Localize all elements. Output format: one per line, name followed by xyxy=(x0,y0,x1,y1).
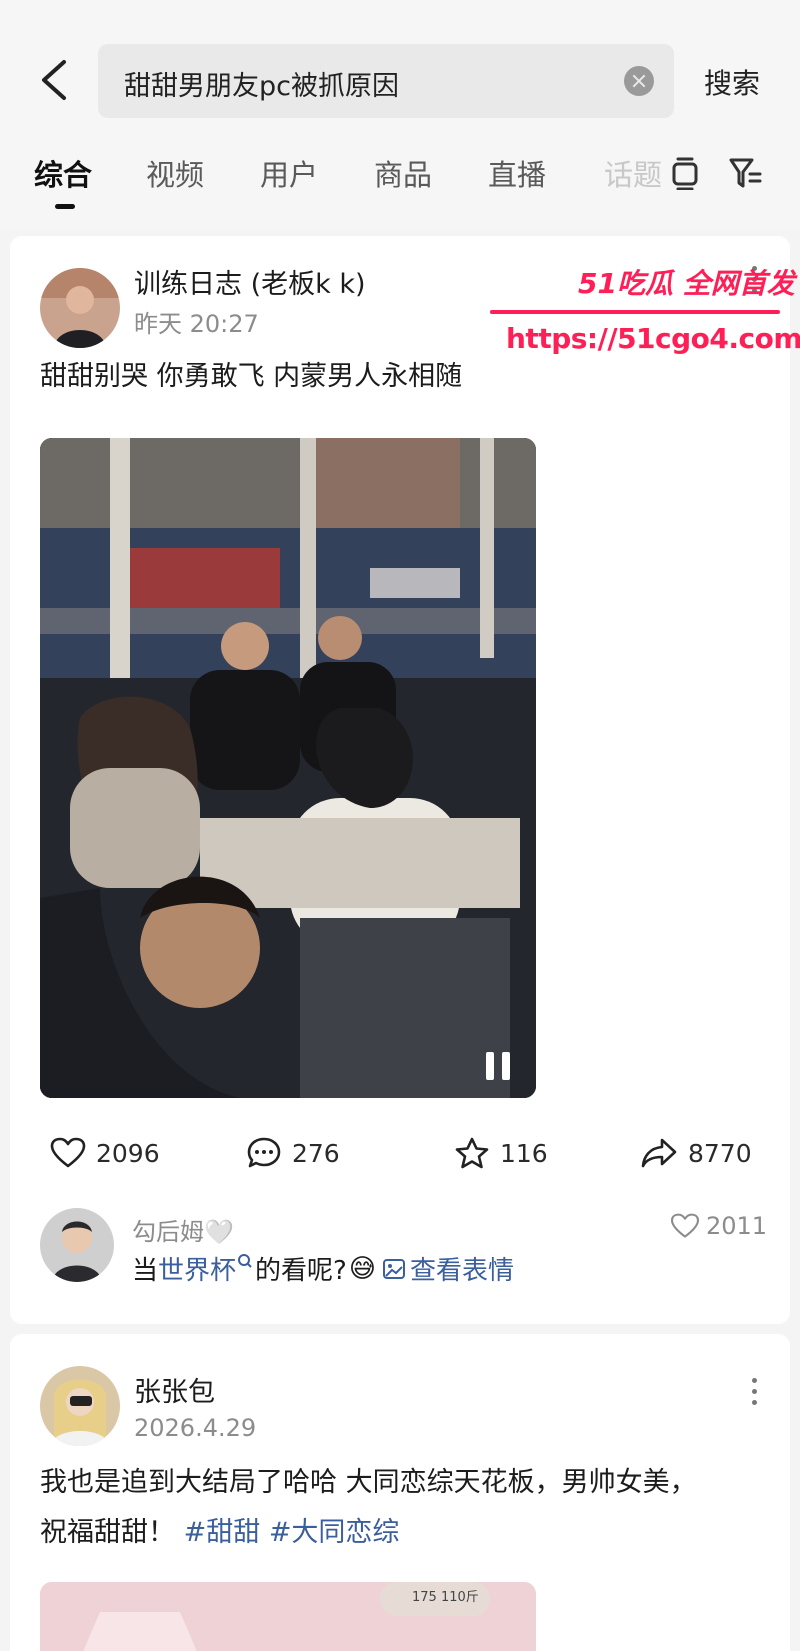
comment-count: 276 xyxy=(292,1138,340,1168)
comment-emoji: 😅 xyxy=(348,1253,376,1284)
comment-like-button[interactable]: 2011 xyxy=(670,1212,767,1240)
comment-text-before: 当 xyxy=(132,1256,159,1286)
search-tabs: 综合 视频 用户 商品 直播 话题 xyxy=(0,148,800,218)
pause-icon[interactable] xyxy=(484,1052,514,1082)
layout-icon[interactable] xyxy=(670,156,700,190)
post-text: 甜甜别哭 你勇敢飞 内蒙男人永相随 xyxy=(40,361,463,392)
chevron-left-icon[interactable] xyxy=(36,56,72,104)
filter-icon[interactable] xyxy=(728,156,764,190)
more-vertical-icon[interactable] xyxy=(750,1376,758,1408)
post-time: 昨天 20:27 xyxy=(134,310,259,338)
avatar[interactable] xyxy=(40,268,120,348)
comment-text: 当 世界杯 的看呢? 😅 查看表情 xyxy=(132,1250,514,1287)
watermark-overlay: 51吃瓜 全网首发 https://51cgo4.com xyxy=(490,262,800,362)
view-sticker-link[interactable]: 查看表情 xyxy=(410,1250,514,1287)
share-icon xyxy=(641,1138,677,1168)
watermark-brand: 51吃瓜 全网首发 xyxy=(578,267,795,300)
thumbnail-overlay-text: 175 110斤 xyxy=(412,1590,479,1605)
hashtag-link[interactable]: #大同恋综 xyxy=(269,1517,400,1548)
watermark-divider xyxy=(490,310,780,314)
sticker-icon xyxy=(382,1258,405,1279)
comment-avatar[interactable] xyxy=(40,1208,114,1282)
search-query-text: 甜甜男朋友pc被抓原因 xyxy=(124,71,399,102)
comment-icon xyxy=(247,1137,281,1168)
search-icon xyxy=(238,1253,252,1268)
comment-username[interactable]: 勾后姆🤍 xyxy=(132,1212,234,1247)
favorite-button[interactable]: 116 xyxy=(454,1129,548,1177)
post-card[interactable]: 张张包 2026.4.29 我也是追到大结局了哈哈 大同恋综天花板，男帅女美，祝… xyxy=(10,1334,790,1651)
top-bar: 甜甜男朋友pc被抓原因 搜索 综合 视频 用户 商品 直播 话题 xyxy=(0,0,800,230)
search-input[interactable]: 甜甜男朋友pc被抓原因 xyxy=(98,44,674,118)
post-video[interactable] xyxy=(40,438,536,1098)
post-author[interactable]: 训练日志 (老板k k) xyxy=(134,262,366,301)
post-card[interactable]: 训练日志 (老板k k) 昨天 20:27 甜甜别哭 你勇敢飞 内蒙男人永相随 xyxy=(10,236,790,1324)
share-button[interactable]: 8770 xyxy=(640,1129,752,1177)
clear-icon[interactable] xyxy=(624,66,654,96)
comment-like-count: 2011 xyxy=(706,1212,768,1240)
comment-search-link[interactable]: 世界杯 xyxy=(158,1250,236,1287)
watermark-url: https://51cgo4.com xyxy=(506,322,800,355)
tab-products[interactable]: 商品 xyxy=(374,152,432,194)
hashtag-link[interactable]: #甜甜 xyxy=(184,1517,261,1548)
like-count: 2096 xyxy=(96,1138,160,1168)
favorite-count: 116 xyxy=(500,1138,548,1168)
share-count: 8770 xyxy=(688,1138,752,1168)
heart-icon xyxy=(50,1137,86,1168)
tab-video[interactable]: 视频 xyxy=(146,152,204,194)
star-icon xyxy=(455,1137,489,1169)
heart-icon xyxy=(670,1213,700,1238)
video-frame xyxy=(40,438,536,1098)
avatar[interactable] xyxy=(40,1366,120,1446)
post-time: 2026.4.29 xyxy=(134,1414,257,1442)
post-actions: 2096 276 116 8770 xyxy=(10,1129,790,1177)
tab-comprehensive[interactable]: 综合 xyxy=(34,152,92,194)
tab-live[interactable]: 直播 xyxy=(488,152,546,194)
post-author[interactable]: 张张包 xyxy=(134,1370,215,1409)
comment-text-after: 的看呢? xyxy=(255,1256,347,1286)
post-video-thumbnail[interactable]: 175 110斤 xyxy=(40,1582,536,1651)
like-button[interactable]: 2096 xyxy=(50,1129,160,1177)
post-text: 我也是追到大结局了哈哈 大同恋综天花板，男帅女美，祝福甜甜！ #甜甜 #大同恋综 xyxy=(40,1458,720,1558)
comment-button[interactable]: 276 xyxy=(246,1129,340,1177)
search-button[interactable]: 搜索 xyxy=(704,62,760,102)
tab-users[interactable]: 用户 xyxy=(260,152,318,194)
active-tab-indicator xyxy=(55,204,75,209)
tab-topics[interactable]: 话题 xyxy=(604,152,664,194)
